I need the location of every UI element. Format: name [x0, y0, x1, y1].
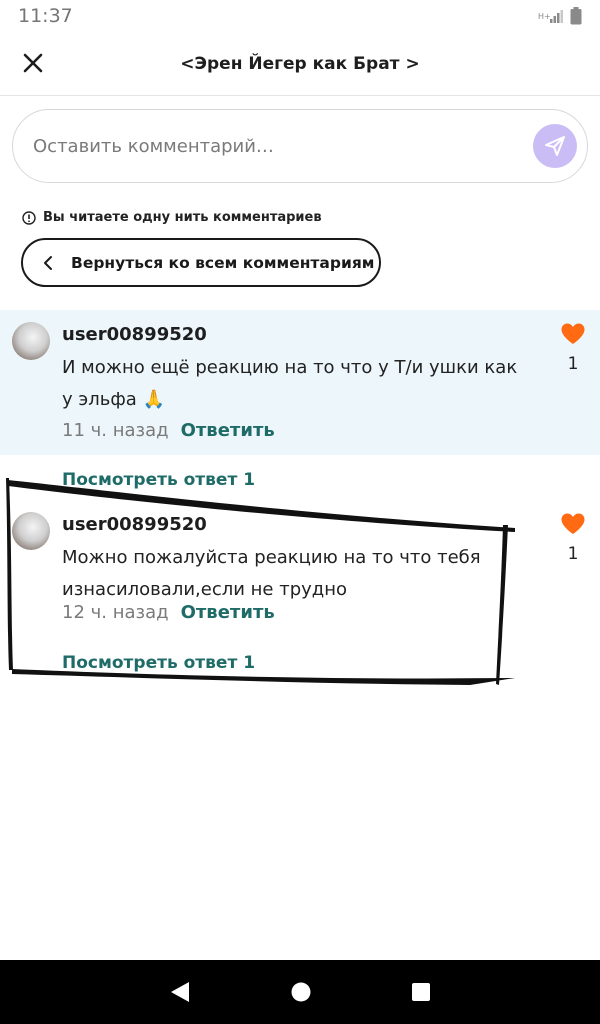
view-replies-link[interactable]: Посмотреть ответ 1: [62, 653, 255, 673]
signal-icon: H+: [538, 10, 563, 23]
page-title: <Эрен Йегер как Брат >: [180, 53, 420, 74]
like-button[interactable]: 1: [560, 512, 586, 564]
back-to-all-comments-button[interactable]: Вернуться ко всем комментариям: [21, 238, 381, 287]
comment-username[interactable]: user00899520: [62, 514, 207, 535]
comment-item: user00899520 Можно пожалуйста реакцию на…: [0, 500, 600, 630]
svg-text:H+: H+: [538, 12, 551, 21]
recents-square-icon[interactable]: [411, 982, 431, 1002]
status-icons: H+: [538, 7, 582, 25]
avatar[interactable]: [12, 322, 50, 360]
thread-note: Вы читаете одну нить комментариев: [22, 210, 322, 225]
comment-username[interactable]: user00899520: [62, 324, 207, 345]
comment-text: И можно ещё реакцию на то что у Т/и ушки…: [62, 357, 518, 410]
battery-icon: [570, 7, 582, 25]
header: <Эрен Йегер как Брат >: [0, 32, 600, 96]
like-count: 1: [567, 354, 579, 374]
reply-button[interactable]: Ответить: [181, 420, 275, 441]
like-count: 1: [567, 544, 579, 564]
heart-icon: [561, 323, 585, 344]
close-icon: [23, 53, 43, 73]
comment-time: 12 ч. назад: [62, 602, 169, 623]
comment-input[interactable]: [33, 135, 533, 157]
send-button[interactable]: [533, 124, 577, 168]
back-triangle-icon[interactable]: [169, 980, 191, 1004]
status-time: 11:37: [18, 5, 73, 27]
comment-text: Можно пожалуйста реакцию на то что тебя …: [62, 547, 481, 600]
heart-icon: [561, 513, 585, 534]
comment-meta: 12 ч. назад Ответить: [62, 602, 275, 623]
thread-note-text: Вы читаете одну нить комментариев: [43, 210, 322, 225]
comment-item: user00899520 И можно ещё реакцию на то ч…: [0, 310, 600, 455]
system-nav-bar: [0, 960, 600, 1024]
send-icon: [545, 136, 565, 156]
reply-button[interactable]: Ответить: [181, 602, 275, 623]
status-bar: 11:37 H+: [0, 0, 600, 32]
info-icon: [22, 210, 36, 225]
chevron-left-icon: [44, 255, 52, 270]
comment-time: 11 ч. назад: [62, 420, 169, 441]
like-button[interactable]: 1: [560, 322, 586, 374]
avatar[interactable]: [12, 512, 50, 550]
close-button[interactable]: [18, 48, 48, 78]
home-circle-icon[interactable]: [290, 981, 312, 1003]
back-button-label: Вернуться ко всем комментариям: [71, 253, 375, 272]
comment-input-box: [12, 109, 588, 183]
view-replies-link[interactable]: Посмотреть ответ 1: [62, 470, 255, 490]
comment-meta: 11 ч. назад Ответить: [62, 420, 275, 441]
